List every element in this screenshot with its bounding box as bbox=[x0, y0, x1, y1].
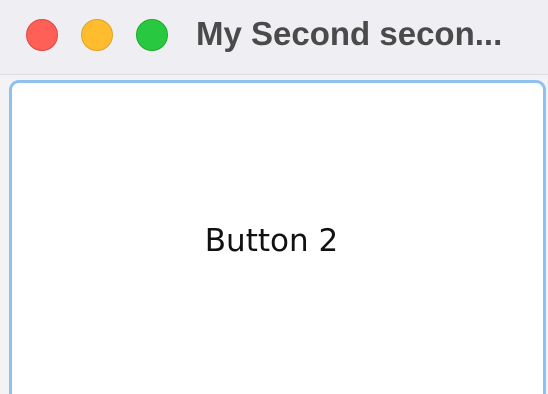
window-content: Button 2 bbox=[0, 75, 548, 394]
window-title: My Second secon... bbox=[196, 15, 503, 52]
minimize-window-button[interactable] bbox=[81, 19, 113, 51]
button-2-label: Button 2 bbox=[204, 223, 339, 259]
button-2[interactable]: Button 2 bbox=[9, 80, 546, 394]
zoom-window-button[interactable] bbox=[136, 19, 168, 51]
title-bar[interactable]: My Second secon... bbox=[0, 0, 548, 75]
app-window: My Second secon... Button 2 bbox=[0, 0, 548, 394]
close-window-button[interactable] bbox=[26, 19, 58, 51]
